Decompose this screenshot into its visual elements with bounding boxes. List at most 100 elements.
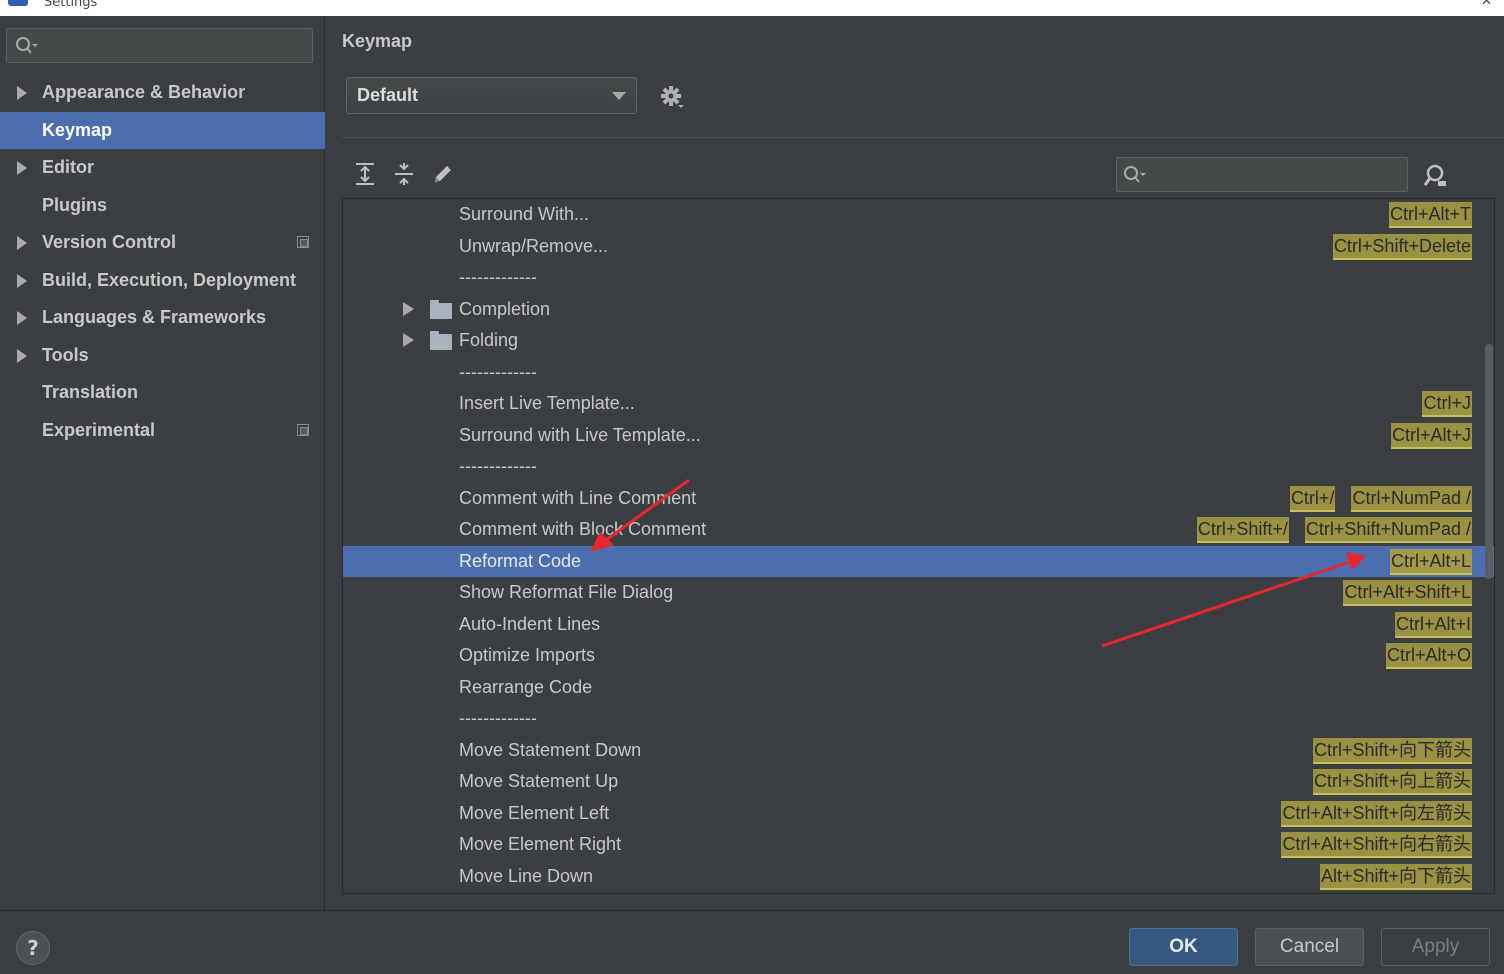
action-label: Surround With... — [459, 204, 590, 224]
tree-folder-row[interactable]: Completion — [343, 294, 1494, 326]
table-row[interactable]: Move Element Right Ctrl+Alt+Shift+向右箭头 — [343, 829, 1494, 861]
shortcut-badge: Ctrl+Alt+J — [1390, 422, 1472, 449]
shortcut-badge: Ctrl+Shift+/ — [1196, 517, 1289, 543]
keymap-search-input[interactable] — [1153, 162, 1398, 187]
sidebar-item-tools[interactable]: Tools — [0, 337, 325, 375]
shortcut-list: Ctrl+/ Ctrl+NumPad / — [1289, 485, 1472, 512]
shortcut-badge: Ctrl+Alt+Shift+向右箭头 — [1281, 832, 1472, 858]
shortcut-list: Ctrl+Alt+I — [1394, 611, 1472, 638]
expand-arrow-icon[interactable] — [17, 236, 27, 250]
action-label: Folding — [459, 330, 519, 350]
close-icon[interactable]: ✕ — [1481, 0, 1492, 9]
table-row[interactable]: Optimize Imports Ctrl+Alt+O — [343, 640, 1494, 672]
shortcut-list: Ctrl+Alt+T — [1388, 202, 1472, 228]
expand-arrow-icon[interactable] — [17, 86, 27, 100]
sidebar-search[interactable] — [6, 28, 313, 63]
action-label: Move Statement Up — [459, 771, 619, 791]
pencil-icon[interactable] — [431, 162, 455, 186]
help-button[interactable]: ? — [16, 931, 50, 965]
sidebar-item-translation[interactable]: Translation — [0, 374, 325, 412]
action-label: Surround with Live Template... — [459, 424, 701, 445]
table-row[interactable]: Surround With... Ctrl+Alt+T — [343, 199, 1494, 231]
sidebar-item-label: Translation — [42, 382, 139, 403]
sidebar-item-appearance-behavior[interactable]: Appearance & Behavior — [0, 74, 325, 112]
action-label: ------------- — [459, 267, 537, 287]
sidebar-item-label: Keymap — [42, 119, 113, 140]
sidebar-item-editor[interactable]: Editor — [0, 149, 325, 187]
sidebar-item-label: Plugins — [42, 194, 108, 215]
action-label: Unwrap/Remove... — [459, 235, 609, 256]
tree-separator: ------------- — [343, 357, 1494, 389]
table-row[interactable]: Comment with Block Comment Ctrl+Shift+/Ct… — [343, 514, 1494, 546]
tree-folder-row[interactable]: Folding — [343, 325, 1494, 357]
table-row[interactable]: Auto-Indent Lines Ctrl+Alt+I — [343, 609, 1494, 641]
chevron-down-icon — [612, 92, 626, 100]
search-icon — [1124, 166, 1146, 183]
action-label: Optimize Imports — [459, 645, 596, 665]
table-row[interactable]: Rearrange Code — [343, 672, 1494, 704]
cancel-button[interactable]: Cancel — [1255, 928, 1364, 966]
sidebar-item-label: Appearance & Behavior — [42, 82, 246, 103]
shortcut-list: Ctrl+Shift+向上箭头 — [1312, 769, 1472, 795]
action-label: Move Element Right — [459, 834, 622, 854]
action-label: Reformat Code — [459, 550, 582, 571]
keymap-select[interactable]: Default — [346, 77, 637, 114]
expand-arrow-icon[interactable] — [17, 311, 27, 325]
project-settings-icon — [297, 236, 309, 248]
expand-arrow-icon[interactable] — [403, 333, 414, 347]
shortcut-badge: Ctrl+Shift+向下箭头 — [1312, 737, 1472, 764]
shortcut-list: Ctrl+Alt+J — [1390, 422, 1472, 449]
table-row[interactable]: Move Element Left Ctrl+Alt+Shift+向左箭头 — [343, 798, 1494, 830]
ok-button[interactable]: OK — [1129, 928, 1238, 966]
sidebar-item-label: Build, Execution, Deployment — [42, 269, 297, 290]
table-row[interactable]: Move Statement Up Ctrl+Shift+向上箭头 — [343, 766, 1494, 798]
table-row[interactable]: Move Statement Down Ctrl+Shift+向下箭头 — [343, 735, 1494, 767]
expand-arrow-icon[interactable] — [403, 301, 414, 316]
tree-scrollbar[interactable] — [1485, 344, 1493, 579]
page-title: Keymap — [342, 31, 413, 51]
dialog-footer: ? OK Cancel Apply — [0, 910, 1504, 974]
sidebar-item-languages-frameworks[interactable]: Languages & Frameworks — [0, 299, 325, 337]
tree-separator: ------------- — [343, 262, 1494, 294]
expand-all-icon[interactable] — [353, 162, 377, 186]
action-label: ------------- — [459, 456, 537, 476]
table-row[interactable]: Surround with Live Template... Ctrl+Alt+J — [343, 420, 1494, 452]
expand-arrow-icon[interactable] — [17, 348, 27, 363]
table-row[interactable]: Show Reformat File Dialog Ctrl+Alt+Shift+… — [343, 577, 1494, 609]
shortcut-list: Ctrl+Alt+Shift+L — [1343, 580, 1472, 606]
settings-sidebar: Appearance & Behavior Keymap Editor Plugins… — [0, 16, 325, 910]
sidebar-item-label: Version Control — [42, 232, 177, 253]
expand-arrow-icon[interactable] — [17, 161, 27, 175]
table-row[interactable]: Insert Live Template... Ctrl+J — [343, 388, 1494, 420]
sidebar-item-label: Editor — [42, 157, 94, 178]
keymap-search[interactable] — [1116, 157, 1408, 192]
project-settings-icon — [297, 423, 309, 436]
gear-icon[interactable] — [659, 84, 685, 110]
action-label: Insert Live Template... — [459, 393, 635, 413]
collapse-all-icon[interactable] — [392, 162, 416, 186]
keymap-action-tree[interactable]: Surround With... Ctrl+Alt+T Unwrap/Remove.… — [342, 198, 1495, 894]
sidebar-item-keymap[interactable]: Keymap — [0, 111, 325, 149]
sidebar-item-experimental[interactable]: Experimental — [0, 412, 325, 450]
search-icon — [16, 37, 38, 54]
action-label: ------------- — [459, 361, 537, 382]
table-row[interactable]: Unwrap/Remove... Ctrl+Shift+Delete — [343, 231, 1494, 263]
shortcut-badge: Alt+Shift+向下箭头 — [1319, 863, 1472, 890]
sidebar-search-input[interactable] — [43, 33, 303, 58]
table-row[interactable]: Reformat Code Ctrl+Alt+L — [343, 545, 1494, 577]
shortcut-badge: Ctrl+Shift+Delete — [1332, 233, 1472, 260]
find-by-shortcut-icon[interactable] — [1422, 163, 1448, 189]
sidebar-item-version-control[interactable]: Version Control — [0, 224, 325, 262]
expand-arrow-icon[interactable] — [17, 273, 27, 288]
shortcut-list: Ctrl+Alt+Shift+向右箭头 — [1281, 832, 1472, 858]
window-title: Settings — [44, 0, 98, 10]
folder-icon — [430, 299, 452, 319]
shortcut-list: Ctrl+Alt+L — [1389, 548, 1472, 575]
apply-button[interactable]: Apply — [1381, 928, 1490, 966]
sidebar-item-plugins[interactable]: Plugins — [0, 187, 325, 225]
shortcut-badge: Ctrl+Alt+I — [1394, 611, 1472, 638]
sidebar-item-build-execution-deployment[interactable]: Build, Execution, Deployment — [0, 262, 325, 300]
table-row[interactable]: Move Line Down Alt+Shift+向下箭头 — [343, 861, 1494, 893]
table-row[interactable]: Comment with Line Comment Ctrl+/ Ctrl+NumP… — [343, 483, 1494, 515]
shortcut-list: Ctrl+Alt+O — [1385, 643, 1472, 669]
